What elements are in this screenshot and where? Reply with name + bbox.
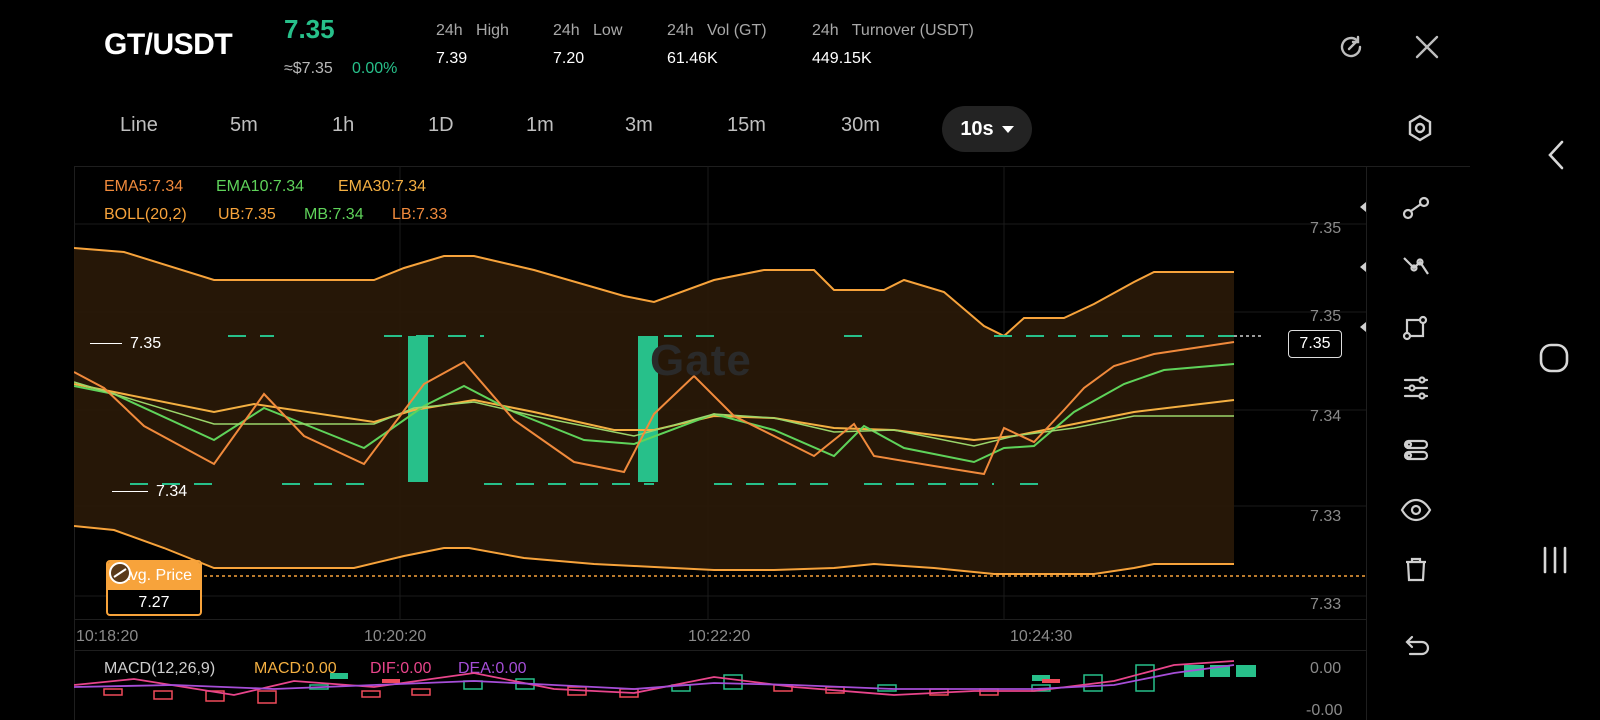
y-tick: 7.33 [1310,596,1342,613]
y-tick: 7.34 [1310,408,1342,425]
gate-watermark: Gate [650,336,752,385]
expand-arrow-icon[interactable] [1360,262,1366,272]
tab-line[interactable]: Line [120,114,158,137]
tab-30m[interactable]: 30m [841,114,880,137]
stat-turnover-label: 24h Turnover (USDT) [812,22,974,39]
close-icon[interactable] [1412,32,1442,62]
refresh-icon[interactable] [1336,32,1366,62]
tab-15m[interactable]: 15m [727,114,766,137]
ema5-legend: EMA5:7.34 [104,178,184,195]
chevron-down-icon [1001,125,1014,133]
back-icon[interactable] [1544,138,1568,172]
last-price: 7.35 [284,14,335,44]
template-icon[interactable] [1396,430,1436,470]
boll-mb-legend: MB:7.34 [304,206,364,223]
stat-high-label: 24h High [436,22,509,39]
tab-10s-label: 10s [960,117,994,140]
y-tick: 7.33 [1310,508,1342,525]
boll-ub-legend: UB:7.35 [218,206,276,223]
ema30-legend: EMA30:7.34 [338,178,427,195]
x-tick: 10:24:30 [1010,628,1073,645]
indicator-settings-icon[interactable] [1396,368,1436,408]
ray-icon[interactable] [1396,248,1436,288]
chart-settings-icon[interactable] [1404,112,1436,144]
low-level-marker [112,491,148,492]
tab-1d[interactable]: 1D [428,114,454,137]
x-tick: 10:18:20 [76,628,139,645]
y-tick: 7.35 [1310,220,1342,237]
home-icon[interactable] [1538,342,1570,374]
expand-arrow-icon[interactable] [1360,202,1366,212]
tab-1h[interactable]: 1h [332,114,354,137]
x-tick: 10:22:20 [688,628,751,645]
low-level-label: 7.34 [156,483,188,500]
high-level-marker [90,343,122,344]
trendline-icon[interactable] [1396,188,1436,228]
stat-low-value: 7.20 [553,50,585,67]
stat-vol-value: 61.46K [667,50,718,67]
candlestick-chart[interactable] [74,166,1366,620]
stat-low-label: 24h Low [553,22,623,39]
eye-icon[interactable] [1396,490,1436,530]
shape-icon[interactable] [1396,308,1436,348]
recents-icon[interactable] [1540,544,1570,576]
avg-price-value: 7.27 [138,594,170,611]
macd-chart [74,660,1256,704]
tab-5m[interactable]: 5m [230,114,258,137]
tab-1m[interactable]: 1m [526,114,554,137]
approx-usd-price: ≈$7.35 [284,60,333,77]
price-change-percent: 0.00% [352,60,398,77]
tab-10s-dropdown[interactable]: 10s [942,106,1032,152]
x-tick: 10:20:20 [364,628,427,645]
ema10-legend: EMA10:7.34 [216,178,305,195]
expand-arrow-icon[interactable] [1360,322,1366,332]
boll-lb-legend: LB:7.33 [392,206,448,223]
boll-legend: BOLL(20,2) [104,206,187,223]
trash-icon[interactable] [1396,550,1436,590]
pair-name[interactable]: GT/USDT [104,28,233,62]
toolbar-divider [1366,166,1367,720]
high-level-label: 7.35 [130,335,162,352]
user-avatar-icon [108,561,132,585]
last-price-tag: 7.35 [1288,330,1342,358]
y-tick: 7.35 [1310,308,1342,325]
stat-vol-label: 24h Vol (GT) [667,22,767,39]
undo-icon[interactable] [1396,626,1436,666]
tab-3m[interactable]: 3m [625,114,653,137]
stat-turnover-value: 449.15K [812,50,872,67]
stat-high-value: 7.39 [436,50,468,67]
